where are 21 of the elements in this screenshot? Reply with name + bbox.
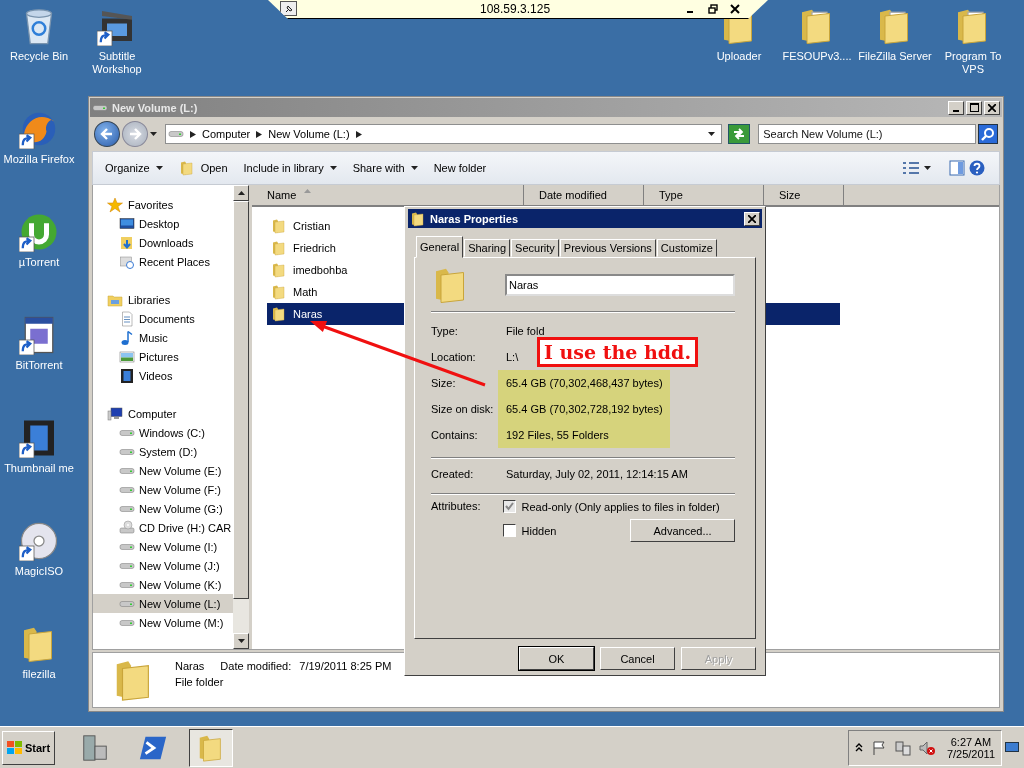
property-label: Created: — [431, 468, 475, 480]
property-value: Saturday, July 02, 2011, 12:14:15 AM — [505, 467, 689, 482]
property-value: L:\ — [505, 350, 520, 365]
property-value: 65.4 GB (70,302,728,192 bytes) — [498, 396, 670, 422]
property-label: Contains: — [431, 429, 479, 441]
item-name: Naras — [175, 660, 205, 672]
property-label: Size on disk: — [431, 403, 495, 415]
annotation-callout: I use the hdd. — [537, 337, 698, 367]
property-value: File fold — [505, 324, 546, 339]
connection-address: 108.59.3.125 — [480, 2, 551, 16]
property-label: Attributes: — [431, 500, 481, 514]
item-type: File folder — [175, 676, 225, 688]
detail-label: Date modified: — [220, 660, 292, 672]
property-value: 65.4 GB (70,302,468,437 bytes) — [498, 370, 670, 396]
window-title: New Volume (L:) — [112, 101, 198, 114]
detail-value: 7/19/2011 8:25 PM — [299, 660, 392, 672]
dialog-title: Naras Properties — [430, 212, 519, 225]
property-value: 192 Files, 55 Folders — [498, 422, 670, 448]
property-label: Size: — [431, 377, 457, 389]
property-label: Type: — [431, 325, 459, 337]
property-label: Location: — [431, 351, 477, 363]
